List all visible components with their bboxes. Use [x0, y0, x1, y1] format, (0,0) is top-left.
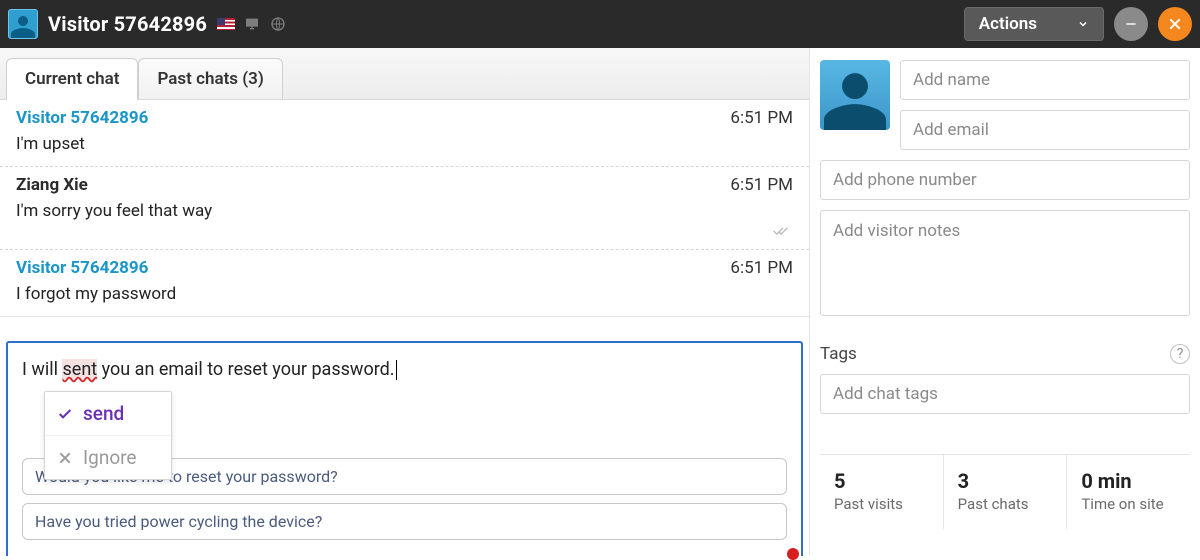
stat-label: Past chats — [958, 495, 1057, 513]
actions-dropdown[interactable]: Actions — [964, 7, 1104, 41]
stat-value: 5 — [834, 469, 933, 493]
notes-field[interactable] — [820, 210, 1190, 316]
message-time: 6:51 PM — [730, 108, 793, 128]
tab-past-chats[interactable]: Past chats (3) — [138, 58, 282, 99]
tags-field[interactable] — [820, 374, 1190, 414]
compose-text[interactable]: I will sent you an email to reset your p… — [22, 359, 397, 380]
window-title: Visitor 57642896 — [48, 12, 207, 36]
chat-panel: Current chat Past chats (3) Visitor 5764… — [0, 48, 810, 555]
name-field[interactable] — [900, 60, 1190, 100]
stat-label: Time on site — [1081, 495, 1180, 513]
flag-us-icon — [217, 18, 235, 30]
canned-response[interactable]: Have you tried power cycling the device? — [22, 503, 787, 540]
chat-log: Visitor 57642896 6:51 PM I'm upset Ziang… — [0, 100, 809, 317]
globe-icon — [269, 15, 287, 33]
tags-heading: Tags — [820, 344, 857, 364]
spellcheck-send[interactable]: send — [45, 392, 171, 435]
message-time: 6:51 PM — [730, 175, 793, 195]
stat-label: Past visits — [834, 495, 933, 513]
chat-message: Ziang Xie 6:51 PM I'm sorry you feel tha… — [0, 167, 809, 250]
spellcheck-menu: send Ignore — [44, 391, 172, 480]
actions-label: Actions — [979, 14, 1037, 34]
spellcheck-ignore-label: Ignore — [83, 446, 137, 469]
message-text: I forgot my password — [16, 284, 793, 304]
stat-past-visits: 5 Past visits — [820, 455, 944, 529]
visitor-meta-icons — [217, 15, 287, 33]
chat-message: Visitor 57642896 6:51 PM I'm upset — [0, 100, 809, 167]
stat-value: 0 min — [1081, 469, 1180, 493]
visitor-avatar-large-icon — [820, 60, 890, 130]
stat-past-chats: 3 Past chats — [944, 455, 1068, 529]
window-header: Visitor 57642896 Actions — [0, 0, 1200, 48]
visitor-info-panel: Tags ? 5 Past visits 3 Past chats 0 min … — [810, 48, 1200, 555]
tab-current-chat[interactable]: Current chat — [6, 58, 138, 99]
message-text: I'm sorry you feel that way — [16, 201, 793, 221]
chevron-down-icon — [1077, 18, 1089, 30]
stat-time-on-site: 0 min Time on site — [1067, 455, 1190, 529]
read-receipt-icon — [16, 225, 793, 237]
message-sender: Visitor 57642896 — [16, 108, 148, 128]
message-sender: Visitor 57642896 — [16, 258, 148, 278]
desktop-icon — [243, 15, 261, 33]
minus-icon — [1123, 16, 1139, 32]
chat-message: Visitor 57642896 6:51 PM I forgot my pas… — [0, 250, 809, 317]
compose-area[interactable]: I will sent you an email to reset your p… — [6, 341, 803, 556]
message-text: I'm upset — [16, 134, 793, 154]
spellcheck-ignore[interactable]: Ignore — [45, 435, 171, 479]
visitor-stats: 5 Past visits 3 Past chats 0 min Time on… — [820, 454, 1190, 529]
recording-indicator-icon — [787, 548, 799, 560]
check-icon — [57, 406, 73, 422]
close-icon — [1167, 16, 1183, 32]
chat-tabs: Current chat Past chats (3) — [0, 48, 809, 100]
close-button[interactable] — [1158, 7, 1192, 41]
message-sender: Ziang Xie — [16, 175, 88, 195]
help-icon[interactable]: ? — [1170, 344, 1190, 364]
message-time: 6:51 PM — [730, 258, 793, 278]
x-icon — [57, 450, 73, 466]
minimize-button[interactable] — [1114, 7, 1148, 41]
stat-value: 3 — [958, 469, 1057, 493]
visitor-avatar-icon — [8, 9, 38, 39]
phone-field[interactable] — [820, 160, 1190, 200]
spellcheck-send-label: send — [83, 402, 124, 425]
email-field[interactable] — [900, 110, 1190, 150]
